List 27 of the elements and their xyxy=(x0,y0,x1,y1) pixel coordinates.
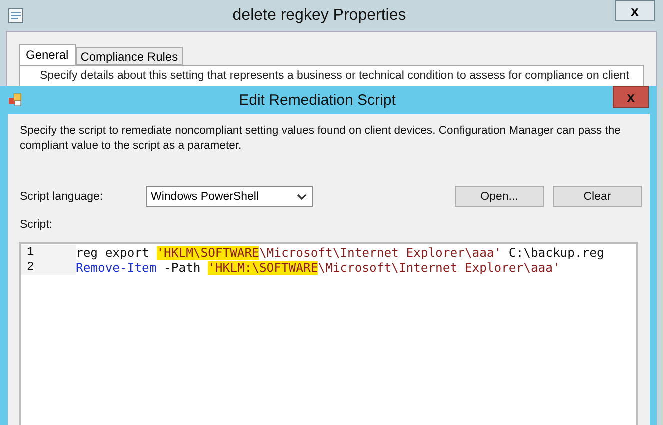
close-button[interactable]: x xyxy=(613,86,649,108)
script-icon xyxy=(8,93,22,107)
dialog-button[interactable]: Open... xyxy=(455,186,544,207)
window-title: delete regkey Properties xyxy=(232,6,408,24)
code-token: 'HKLM\SOFTWARE xyxy=(156,246,260,260)
line-number: 2 xyxy=(21,260,76,275)
script-language-label: Script language: xyxy=(20,190,104,202)
tab[interactable]: Compliance Rules xyxy=(76,47,184,65)
code-token: \Microsoft\Internet Explorer\aaa' xyxy=(259,246,502,260)
chevron-icon xyxy=(297,194,307,200)
line-number: 1 xyxy=(21,245,76,260)
instructions-text: Specify the script to remediate noncompliant setting values found on client devices. Configuration Manager can pass the compliant value to the script as a parameter. xyxy=(20,124,622,154)
language-dropdown[interactable]: Windows PowerShell xyxy=(146,186,313,207)
window-icon xyxy=(8,8,24,24)
tab[interactable]: General xyxy=(19,44,76,65)
dialog-title: Edit Remediation Script xyxy=(238,92,397,108)
code-token: \Microsoft\Internet Explorer\aaa' xyxy=(318,260,560,274)
code-token: 'HKLM:\SOFTWARE xyxy=(208,260,318,274)
code-token: C:\backup.reg xyxy=(508,246,604,260)
code-token: reg export xyxy=(76,246,150,260)
script-label: Script: xyxy=(20,219,54,231)
code-token: Remove-Item xyxy=(76,260,157,274)
script-editor[interactable]: 1 reg export 'HKLM\SOFTWARE\Microsoft\Internet Explorer\aaa' C:\backup.reg 2 Remove-Item -Path 'HKLM:\SOFTWARE\Microsoft\Internet Explorer\aaa' xyxy=(19,242,638,425)
description-text: Specify details about this setting that represents a business or technical condition to assess for compliance on client xyxy=(40,69,630,84)
close-button[interactable]: x xyxy=(615,0,655,21)
dialog-button[interactable]: Clear xyxy=(553,186,642,207)
code-token: -Path xyxy=(163,260,202,274)
